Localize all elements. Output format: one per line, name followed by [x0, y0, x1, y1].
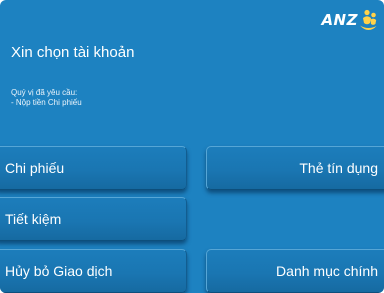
page-title: Xin chọn tài khoản	[11, 44, 135, 61]
main-menu-button[interactable]: Danh mục chính	[206, 249, 384, 293]
credit-card-account-button[interactable]: Thẻ tín dụng	[206, 146, 384, 190]
request-item: - Nộp tiền Chi phiếu	[11, 98, 82, 107]
anz-logo-text: ANZ	[321, 11, 358, 29]
anz-people-icon	[360, 9, 377, 30]
savings-account-button[interactable]: Tiết kiệm	[0, 197, 187, 241]
anz-logo: ANZ	[321, 9, 377, 31]
cheque-account-button[interactable]: Chi phiếu	[0, 146, 187, 190]
cancel-transaction-button[interactable]: Hủy bỏ Giao dịch	[0, 249, 187, 293]
request-label: Quý vị đã yêu cầu:	[11, 88, 78, 97]
atm-screen: ANZ Xin chọn tài khoản Quý vị đã yêu cầu…	[0, 0, 384, 293]
request-summary: Quý vị đã yêu cầu: - Nộp tiền Chi phiếu	[11, 88, 82, 108]
